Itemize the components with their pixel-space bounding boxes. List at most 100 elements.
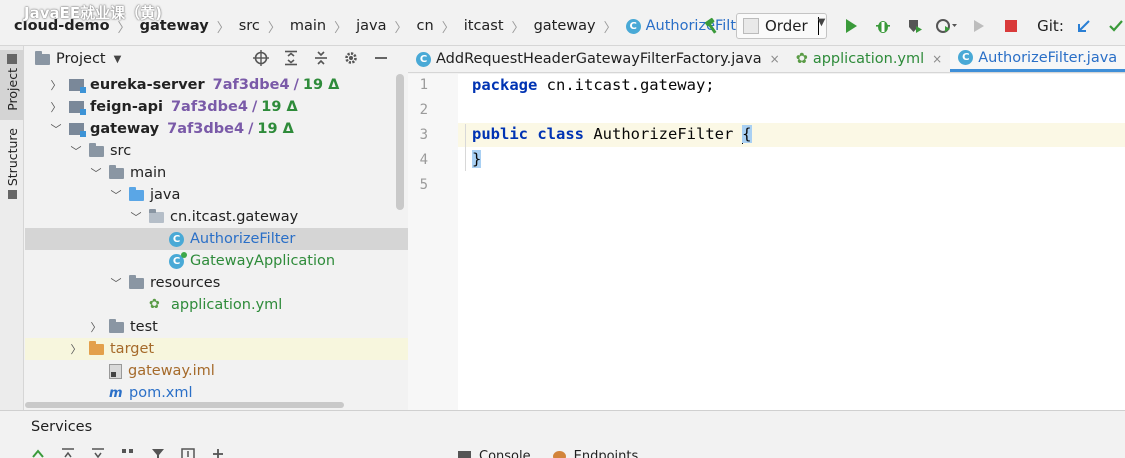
chevron-down-icon[interactable]: ﹀ [69, 143, 83, 159]
line-number: 4 [419, 152, 428, 168]
tab-project[interactable]: Project [0, 50, 24, 120]
code-line-3: public class AuthorizeFilter { [472, 125, 752, 144]
breadcrumb-item-itcast[interactable]: itcast [462, 18, 506, 34]
chevron-right-icon: 〉 [267, 20, 281, 36]
tree-item-authorize-filter[interactable]: C AuthorizeFilter [25, 228, 408, 250]
stop-icon[interactable] [999, 14, 1023, 38]
git-commit-icon[interactable] [1104, 14, 1125, 38]
tree-item-gateway-iml[interactable]: gateway.iml [25, 360, 408, 382]
run-icon[interactable] [839, 14, 863, 38]
chevron-down-icon: ▼ [113, 53, 122, 65]
breadcrumb-item-src[interactable]: src [237, 18, 262, 34]
chevron-down-icon[interactable]: ﹀ [109, 187, 123, 203]
breadcrumb-item-main[interactable]: main [288, 18, 328, 34]
chevron-right-icon[interactable]: 〉 [69, 341, 83, 357]
tree-item-target[interactable]: 〉 target [25, 338, 408, 360]
add-service-icon[interactable] [180, 447, 196, 458]
git-revision: 7af3dbe4 [170, 99, 248, 115]
tree-item-main[interactable]: ﹀ main [25, 162, 408, 184]
expand-all-icon[interactable] [60, 447, 76, 458]
tab-add-request-header-factory[interactable]: C AddRequestHeaderGatewayFilterFactory.j… [408, 46, 788, 72]
chevron-down-icon[interactable]: ﹀ [129, 209, 143, 225]
tab-project-label: Project [4, 68, 20, 111]
project-horizontal-scrollbar[interactable] [25, 402, 344, 408]
tree-item-label: cn.itcast.gateway [170, 209, 299, 225]
chevron-right-icon: 〉 [603, 20, 617, 36]
structure-icon [7, 190, 17, 200]
filter-icon[interactable] [150, 447, 166, 458]
module-icon [69, 79, 86, 93]
tree-item-eureka-server[interactable]: 〉 eureka-server 7af3dbe4 / 19 Δ [25, 74, 408, 96]
chevron-right-icon[interactable]: 〉 [49, 99, 63, 115]
services-tabs: Console Endpoints [458, 449, 660, 458]
tree-item-java[interactable]: ﹀ java [25, 184, 408, 206]
breadcrumb-item-gateway[interactable]: gateway [532, 18, 598, 34]
project-view-select[interactable]: Project ▼ [35, 50, 122, 67]
class-icon: C [958, 50, 974, 65]
tree-item-pom-xml[interactable]: m pom.xml [25, 382, 408, 404]
breadcrumb-item-cn[interactable]: cn [415, 18, 436, 34]
rerun-icon[interactable] [30, 447, 46, 458]
shield-run-icon[interactable] [903, 14, 927, 38]
git-separator: / [251, 99, 258, 115]
tree-item-package[interactable]: ﹀ cn.itcast.gateway [25, 206, 408, 228]
run-configuration-select[interactable]: Order ▼ [736, 13, 828, 39]
group-icon[interactable] [120, 447, 136, 458]
expand-all-icon[interactable] [282, 48, 300, 68]
tree-item-src[interactable]: ﹀ src [25, 140, 408, 162]
plus-icon[interactable] [210, 447, 226, 458]
tab-application-yml[interactable]: ✿ application.yml × [788, 46, 951, 72]
git-separator: / [293, 77, 299, 93]
tree-item-label: resources [150, 275, 221, 291]
breadcrumb-item-java[interactable]: java [354, 18, 388, 34]
tree-item-resources[interactable]: ﹀ resources [25, 272, 408, 294]
tab-endpoints[interactable]: Endpoints [552, 449, 638, 458]
tree-item-gateway[interactable]: ﹀ gateway 7af3dbe4 / 19 Δ [25, 118, 408, 140]
tree-item-gateway-application[interactable]: C GatewayApplication [25, 250, 408, 272]
maven-icon: m [109, 385, 123, 401]
collapse-all-icon[interactable] [312, 48, 330, 68]
git-revision: 7af3dbe4 [212, 77, 290, 93]
code-editor[interactable]: 1 2 3 4 5 package cn.itcast.gateway; pub… [408, 74, 1125, 410]
editor-tab-bar: C AddRequestHeaderGatewayFilterFactory.j… [408, 46, 1125, 73]
profile-icon[interactable] [935, 14, 959, 38]
chevron-down-icon[interactable]: ﹀ [89, 165, 103, 181]
git-update-icon[interactable] [1072, 14, 1096, 38]
project-panel-header: Project ▼ [25, 46, 408, 72]
services-panel: Services Console Endpoints [0, 410, 1125, 458]
source-folder-icon [129, 186, 144, 201]
tree-item-label: gateway [90, 121, 160, 137]
git-change-count: 19 Δ [302, 77, 340, 93]
chevron-right-icon[interactable]: 〉 [89, 319, 103, 335]
gear-icon[interactable] [342, 48, 360, 68]
tab-structure[interactable]: Structure [0, 128, 24, 206]
folder-icon [7, 54, 17, 64]
endpoints-icon [552, 451, 566, 458]
chevron-right-icon[interactable]: 〉 [49, 77, 63, 93]
tab-label: AddRequestHeaderGatewayFilterFactory.jav… [436, 51, 762, 67]
hammer-icon[interactable] [700, 14, 724, 38]
close-icon[interactable]: × [770, 52, 780, 66]
close-icon[interactable]: × [932, 52, 942, 66]
tree-item-test[interactable]: 〉 test [25, 316, 408, 338]
bug-icon[interactable] [871, 14, 895, 38]
services-toolbar [30, 447, 240, 458]
folder-icon [109, 318, 124, 333]
keyword-public: public [472, 125, 528, 143]
yml-file-icon: ✿ [149, 297, 160, 312]
git-change-count: 19 Δ [257, 121, 294, 137]
tab-authorize-filter[interactable]: C AuthorizeFilter.java × [950, 46, 1125, 72]
folder-icon [35, 50, 50, 65]
chevron-down-icon[interactable]: ﹀ [109, 275, 123, 291]
line-number: 2 [419, 102, 428, 118]
chevron-down-icon[interactable]: ﹀ [49, 121, 63, 137]
hide-panel-icon[interactable] [372, 48, 390, 68]
tree-item-feign-api[interactable]: 〉 feign-api 7af3dbe4 / 19 Δ [25, 96, 408, 118]
project-vertical-scrollbar[interactable] [396, 74, 404, 210]
tab-console[interactable]: Console [458, 449, 531, 458]
locate-icon[interactable] [252, 48, 270, 68]
rerun-icon[interactable] [967, 14, 991, 38]
collapse-all-icon[interactable] [90, 447, 106, 458]
tree-item-application-yml[interactable]: ✿ application.yml [25, 294, 408, 316]
class-icon: C [169, 231, 184, 247]
